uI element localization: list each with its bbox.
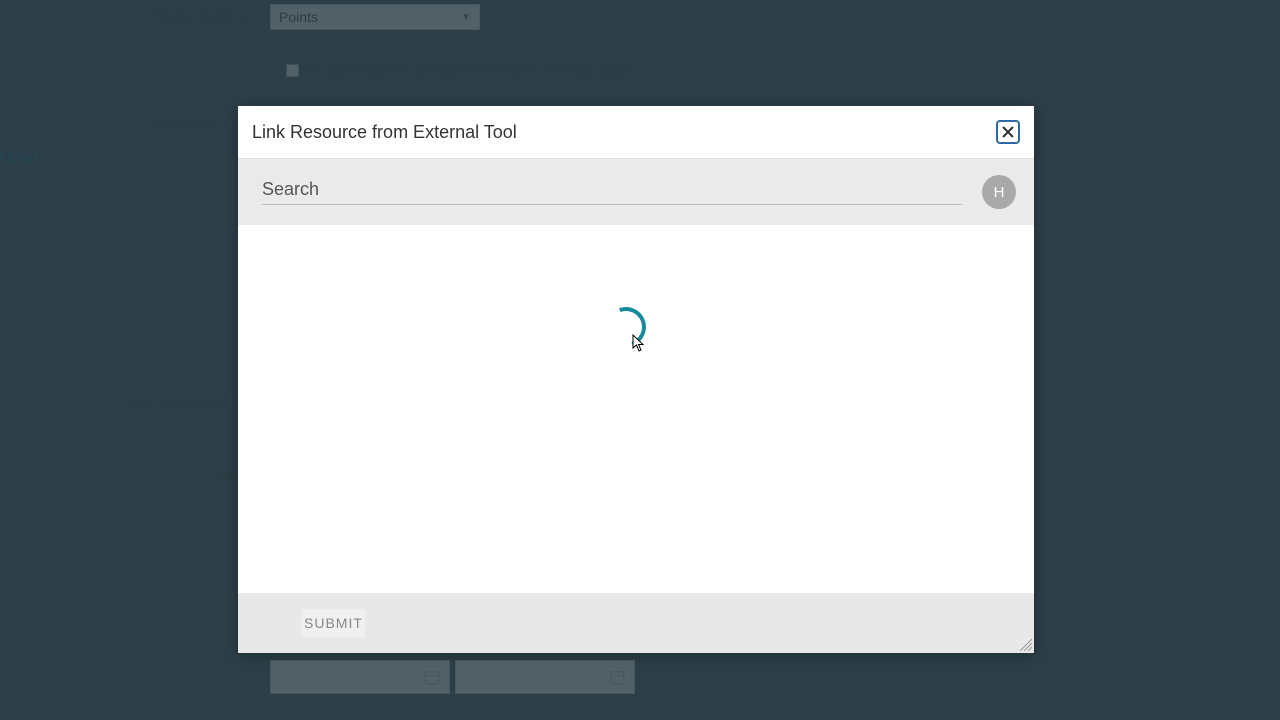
search-bar: Search H (238, 159, 1034, 225)
modal-footer: SUBMIT (238, 593, 1034, 653)
loading-spinner (606, 307, 646, 347)
close-button[interactable] (996, 120, 1020, 144)
close-icon (1002, 126, 1014, 138)
content-area (238, 225, 1034, 585)
modal-body[interactable]: Search H (238, 159, 1034, 593)
external-tool-modal: Link Resource from External Tool Search … (238, 106, 1034, 653)
submit-button[interactable]: SUBMIT (302, 609, 365, 637)
resize-handle[interactable] (1018, 637, 1032, 651)
search-input[interactable]: Search (262, 179, 962, 205)
modal-header: Link Resource from External Tool (238, 106, 1034, 159)
avatar[interactable]: H (982, 175, 1016, 209)
modal-title: Link Resource from External Tool (252, 122, 517, 143)
